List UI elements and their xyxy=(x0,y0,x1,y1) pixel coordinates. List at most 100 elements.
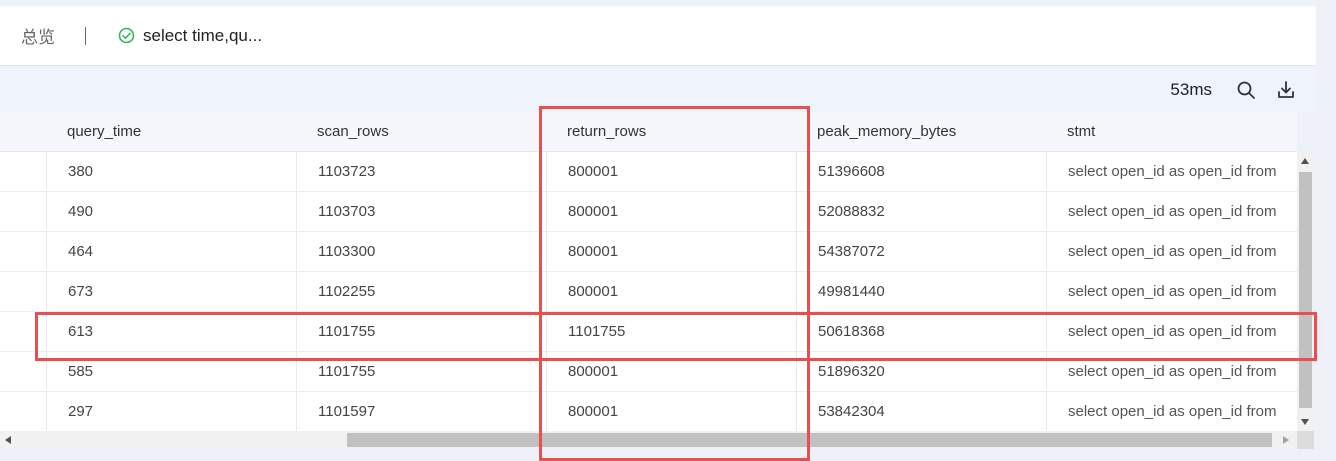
scroll-down-icon[interactable] xyxy=(1301,419,1309,425)
cell-value: 490 xyxy=(68,203,94,220)
cell-return-rows[interactable]: 800001 xyxy=(546,232,796,271)
cell-value: select open_id as open_id from xyxy=(1068,362,1277,380)
table-row[interactable]: 613 1101755 1101755 50618368 select open_id … xyxy=(0,312,1297,352)
cell-stmt[interactable]: select open_id as open_id from xyxy=(1046,312,1297,351)
horizontal-scroll-thumb[interactable] xyxy=(347,433,1272,447)
cell-return-rows[interactable]: 1101755 xyxy=(546,312,796,351)
cell-value: 51396608 xyxy=(818,163,885,180)
cell-peak-memory-bytes[interactable]: 51896320 xyxy=(796,352,1046,391)
table-row[interactable]: 585 1101755 800001 51896320 select open_id a… xyxy=(0,352,1297,392)
vertical-scrollbar[interactable] xyxy=(1297,152,1314,431)
cell-stmt[interactable]: select open_id as open_id from xyxy=(1046,232,1297,271)
cell-value: 1102255 xyxy=(318,283,376,300)
cell-peak-memory-bytes[interactable]: 49981440 xyxy=(796,272,1046,311)
cell-value: select open_id as open_id from xyxy=(1068,202,1277,220)
cell-scan-rows[interactable]: 1101755 xyxy=(296,352,546,391)
tab-query-label: select time,qu... xyxy=(143,25,263,45)
cell-value: 800001 xyxy=(568,243,619,260)
cell-value: 800001 xyxy=(568,163,619,180)
cell-value: select open_id as open_id from xyxy=(1068,282,1277,300)
scroll-right-icon[interactable] xyxy=(1283,435,1289,444)
table-row[interactable]: 297 1101597 800001 53842304 select open_id a… xyxy=(0,392,1297,431)
column-header-stmt[interactable]: stmt xyxy=(1046,112,1297,151)
cell-scan-rows[interactable]: 1103723 xyxy=(296,152,546,191)
column-header-scan-rows[interactable]: scan_rows xyxy=(296,112,546,151)
column-header-return-rows[interactable]: return_rows xyxy=(546,112,796,151)
scroll-up-icon[interactable] xyxy=(1301,158,1309,164)
result-tabbar: 总览 select time,qu... xyxy=(0,6,1316,66)
cell-stmt[interactable]: select open_id as open_id from xyxy=(1046,352,1297,391)
cell-peak-memory-bytes[interactable]: 53842304 xyxy=(796,392,1046,431)
cell-value: 54387072 xyxy=(818,243,885,260)
cell-value: 585 xyxy=(68,363,94,380)
cell-value: 1101597 xyxy=(318,403,376,420)
cell-value: select open_id as open_id from xyxy=(1068,162,1277,180)
row-leading-cell xyxy=(0,192,46,231)
cell-query-time[interactable]: 490 xyxy=(46,192,296,231)
cell-return-rows[interactable]: 800001 xyxy=(546,392,796,431)
cell-value: 50618368 xyxy=(818,323,885,340)
cell-return-rows[interactable]: 800001 xyxy=(546,152,796,191)
cell-value: 380 xyxy=(68,163,94,180)
cell-peak-memory-bytes[interactable]: 50618368 xyxy=(796,312,1046,351)
tab-overview[interactable]: 总览 xyxy=(21,23,55,48)
cell-query-time[interactable]: 613 xyxy=(46,312,296,351)
cell-value: 800001 xyxy=(568,283,619,300)
cell-scan-rows[interactable]: 1102255 xyxy=(296,272,546,311)
result-toolbar: 53ms xyxy=(0,67,1316,112)
cell-value: 1101755 xyxy=(568,323,626,340)
cell-return-rows[interactable]: 800001 xyxy=(546,272,796,311)
search-icon[interactable] xyxy=(1236,80,1256,100)
cell-scan-rows[interactable]: 1103703 xyxy=(296,192,546,231)
cell-value: 1103723 xyxy=(318,163,376,180)
cell-stmt[interactable]: select open_id as open_id from xyxy=(1046,272,1297,311)
cell-peak-memory-bytes[interactable]: 54387072 xyxy=(796,232,1046,271)
vertical-scroll-thumb[interactable] xyxy=(1299,172,1312,408)
check-circle-icon xyxy=(118,27,135,44)
cell-peak-memory-bytes[interactable]: 52088832 xyxy=(796,192,1046,231)
table-row[interactable]: 490 1103703 800001 52088832 select open_id a… xyxy=(0,192,1297,232)
cell-value: 49981440 xyxy=(818,283,885,300)
cell-scan-rows[interactable]: 1101755 xyxy=(296,312,546,351)
download-icon[interactable] xyxy=(1276,80,1296,100)
cell-query-time[interactable]: 585 xyxy=(46,352,296,391)
cell-value: 53842304 xyxy=(818,403,885,420)
cell-value: 673 xyxy=(68,283,94,300)
scrollbar-corner xyxy=(1297,431,1314,449)
table-row[interactable]: 464 1103300 800001 54387072 select open_id a… xyxy=(0,232,1297,272)
column-header-query-time[interactable]: query_time xyxy=(46,112,296,151)
cell-query-time[interactable]: 380 xyxy=(46,152,296,191)
cell-value: 52088832 xyxy=(818,203,885,220)
cell-query-time[interactable]: 464 xyxy=(46,232,296,271)
cell-value: select open_id as open_id from xyxy=(1068,242,1277,260)
cell-value: 1101755 xyxy=(318,363,376,380)
cell-value: 297 xyxy=(68,403,94,420)
cell-stmt[interactable]: select open_id as open_id from xyxy=(1046,152,1297,191)
column-header-peak-memory-bytes[interactable]: peak_memory_bytes xyxy=(796,112,1046,151)
cell-stmt[interactable]: select open_id as open_id from xyxy=(1046,392,1297,431)
cell-value: 1103703 xyxy=(318,203,376,220)
scroll-left-icon[interactable] xyxy=(5,435,11,444)
table-row[interactable]: 673 1102255 800001 49981440 select open_id a… xyxy=(0,272,1297,312)
table-row[interactable]: 380 1103723 800001 51396608 select open_id a… xyxy=(0,152,1297,192)
tab-query-result[interactable]: select time,qu... xyxy=(118,26,262,46)
cell-value: 800001 xyxy=(568,203,619,220)
cell-peak-memory-bytes[interactable]: 51396608 xyxy=(796,152,1046,191)
cell-value: select open_id as open_id from xyxy=(1068,402,1277,420)
result-grid: query_time scan_rows return_rows peak_me… xyxy=(0,112,1297,431)
tab-divider xyxy=(85,26,86,45)
cell-scan-rows[interactable]: 1101597 xyxy=(296,392,546,431)
cell-value: 800001 xyxy=(568,403,619,420)
cell-stmt[interactable]: select open_id as open_id from xyxy=(1046,192,1297,231)
horizontal-scrollbar[interactable] xyxy=(0,431,1297,449)
cell-query-time[interactable]: 673 xyxy=(46,272,296,311)
row-leading-cell xyxy=(0,232,46,271)
cell-value: 1101755 xyxy=(318,323,376,340)
cell-value: 613 xyxy=(68,323,94,340)
cell-query-time[interactable]: 297 xyxy=(46,392,296,431)
row-leading-cell xyxy=(0,352,46,391)
cell-scan-rows[interactable]: 1103300 xyxy=(296,232,546,271)
cell-return-rows[interactable]: 800001 xyxy=(546,352,796,391)
cell-return-rows[interactable]: 800001 xyxy=(546,192,796,231)
cell-value: 464 xyxy=(68,243,94,260)
